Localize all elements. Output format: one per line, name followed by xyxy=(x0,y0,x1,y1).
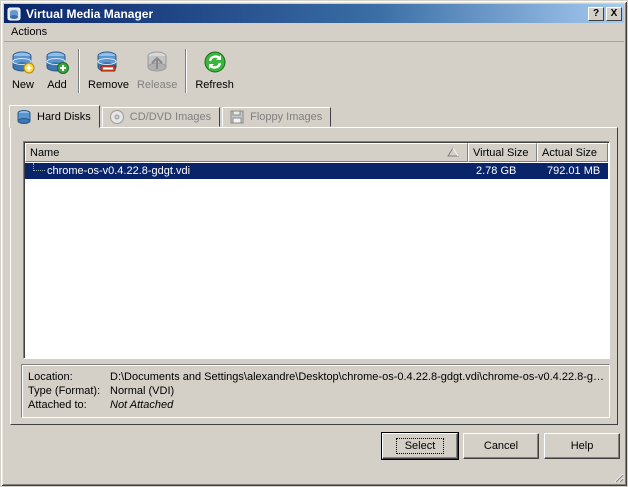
tab-label: Hard Disks xyxy=(37,110,91,123)
tab-cd-dvd-images[interactable]: CD/DVD Images xyxy=(101,107,221,127)
add-button[interactable]: Add xyxy=(40,47,74,95)
location-row: Location: D:\Documents and Settings\alex… xyxy=(28,370,609,384)
resize-grip-icon[interactable] xyxy=(612,471,624,483)
attached-label: Attached to: xyxy=(28,399,87,411)
window-title: Virtual Media Manager xyxy=(26,6,154,21)
tree-line xyxy=(33,163,45,171)
disk-name: chrome-os-v0.4.22.8-gdgt.vdi xyxy=(47,165,191,177)
release-button[interactable]: Release xyxy=(133,47,181,95)
toolbar-separator xyxy=(185,49,188,93)
new-label: New xyxy=(11,79,34,91)
sort-ascending-icon xyxy=(447,147,459,157)
media-list[interactable]: Name Virtual Size Actual Size chrome-os-… xyxy=(23,141,610,359)
type-label: Type (Format): xyxy=(28,385,101,397)
toolbar-separator xyxy=(78,49,80,93)
type-row: Type (Format): Normal (VDI) xyxy=(28,384,609,398)
new-disk-icon xyxy=(12,51,35,74)
cancel-button[interactable]: Cancel xyxy=(463,433,539,459)
remove-disk-icon xyxy=(97,51,117,72)
app-icon xyxy=(7,7,21,20)
tab-label: Floppy Images xyxy=(250,111,323,123)
location-value: D:\Documents and Settings\alexandre\Desk… xyxy=(110,371,605,383)
disk-actual-size: 792.01 MB xyxy=(547,165,601,177)
disk-virtual-size: 2.78 GB xyxy=(476,165,517,177)
list-header: Name Virtual Size Actual Size xyxy=(25,143,608,162)
menu-actions[interactable]: Actions xyxy=(4,26,54,38)
remove-label: Remove xyxy=(88,79,129,91)
hard-disk-icon xyxy=(17,109,31,124)
type-value: Normal (VDI) xyxy=(110,385,175,397)
column-header-actual-size[interactable]: Actual Size xyxy=(537,143,608,162)
help-title-button[interactable]: ? xyxy=(588,6,604,21)
help-button[interactable]: Help xyxy=(544,433,620,459)
tab-label: CD/DVD Images xyxy=(129,111,212,123)
title-bar[interactable]: Virtual Media Manager ? X xyxy=(4,4,624,23)
tab-floppy-images[interactable]: Floppy Images xyxy=(222,107,332,127)
release-label: Release xyxy=(136,79,178,91)
virtual-media-manager-window: Virtual Media Manager ? X Actions New Ad… xyxy=(0,0,628,487)
cd-icon xyxy=(109,110,124,124)
tab-bar: Hard Disks CD/DVD Images Floppy Images xyxy=(9,104,333,128)
column-header-virtual-size[interactable]: Virtual Size xyxy=(468,143,537,162)
add-label: Add xyxy=(47,79,67,91)
menu-bar: Actions xyxy=(4,23,624,42)
new-button[interactable]: New xyxy=(6,47,40,95)
attached-row: Attached to: Not Attached xyxy=(28,398,609,412)
close-title-button[interactable]: X xyxy=(606,6,622,21)
column-header-name[interactable]: Name xyxy=(25,143,468,162)
location-label: Location: xyxy=(28,371,73,383)
tab-hard-disks[interactable]: Hard Disks xyxy=(9,105,100,128)
add-disk-icon xyxy=(46,51,69,74)
refresh-button[interactable]: Refresh xyxy=(191,47,238,95)
hard-disks-panel: Name Virtual Size Actual Size chrome-os-… xyxy=(10,127,618,425)
table-row[interactable]: chrome-os-v0.4.22.8-gdgt.vdi 2.78 GB 792… xyxy=(25,163,608,179)
attached-value: Not Attached xyxy=(110,399,174,411)
refresh-label: Refresh xyxy=(195,79,234,91)
floppy-icon xyxy=(230,110,244,124)
refresh-icon xyxy=(204,51,226,73)
select-button[interactable]: Select xyxy=(381,432,459,460)
dialog-buttons: Select Cancel Help xyxy=(1,432,628,461)
remove-button[interactable]: Remove xyxy=(84,47,133,95)
release-disk-icon xyxy=(147,51,167,72)
details-panel: Location: D:\Documents and Settings\alex… xyxy=(21,364,610,418)
toolbar: New Add Remove Release Refresh xyxy=(6,47,238,97)
